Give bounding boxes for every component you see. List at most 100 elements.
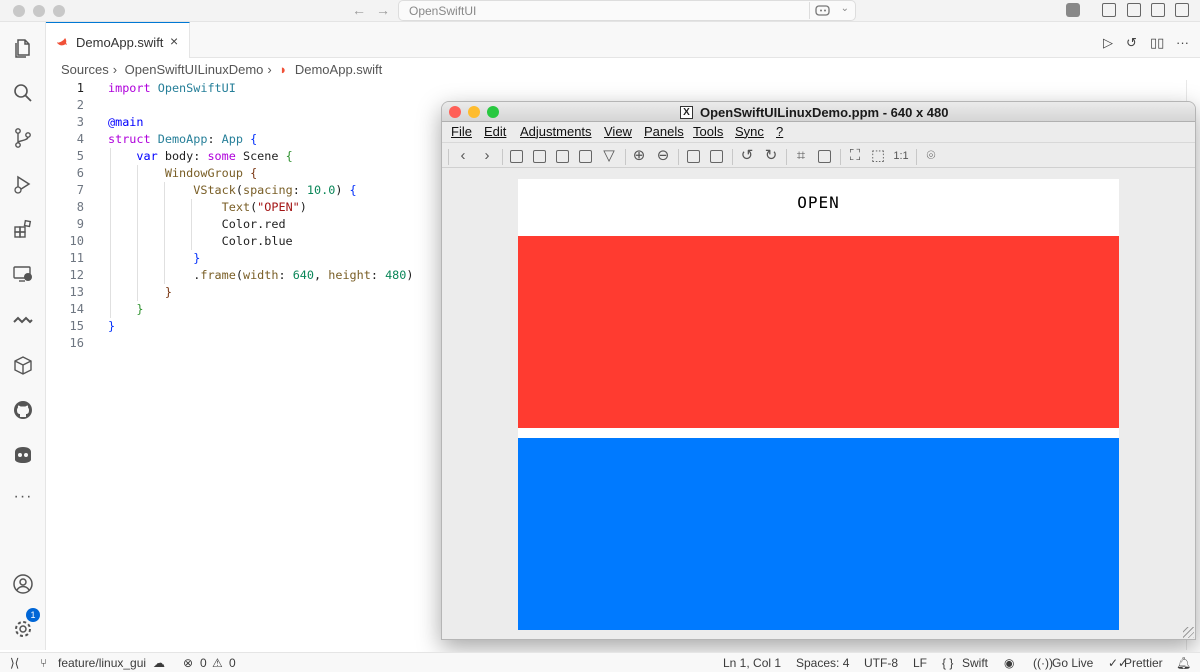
tab-label: DemoApp.swift xyxy=(76,35,164,50)
filter-icon[interactable]: ▽ xyxy=(601,148,617,164)
warning-count[interactable]: 0 xyxy=(229,656,236,670)
code-line: VStack(spacing: 10.0) { xyxy=(193,183,357,197)
close-tab-icon[interactable]: × xyxy=(170,33,178,49)
more-actions-icon[interactable]: ··· xyxy=(1176,35,1189,50)
breadcrumb-item[interactable]: DemoApp.swift xyxy=(295,62,382,77)
branch-icon: ⑂ xyxy=(40,656,48,670)
wave-icon[interactable] xyxy=(12,309,34,331)
viewer-title: OpenSwiftUILinuxDemo.ppm - 640 x 480 xyxy=(700,105,949,120)
line-ending[interactable]: LF xyxy=(913,656,927,670)
line-number: 1 xyxy=(76,81,84,95)
resize-icon[interactable] xyxy=(818,150,831,163)
line-number: 2 xyxy=(76,98,84,112)
viewer-minimize-button[interactable] xyxy=(468,106,480,118)
language-mode[interactable]: Swift xyxy=(962,656,988,670)
menu-adjustments[interactable]: Adjustments xyxy=(520,124,592,139)
save-icon[interactable] xyxy=(556,150,569,163)
toolbar-separator xyxy=(502,149,503,165)
line-number: 10 xyxy=(69,234,84,248)
copilot-icon[interactable] xyxy=(809,2,831,19)
menu-file[interactable]: File xyxy=(451,124,472,139)
chevron-down-icon[interactable]: ⌄ xyxy=(841,3,849,14)
indentation[interactable]: Spaces: 4 xyxy=(796,656,849,670)
broadcast-icon: ((·)) xyxy=(1033,656,1053,670)
tab-demoapp-swift[interactable]: DemoApp.swift × xyxy=(46,22,190,58)
minimize-window-button[interactable] xyxy=(33,5,45,17)
cursor-position[interactable]: Ln 1, Col 1 xyxy=(723,656,781,670)
menu-help[interactable]: ? xyxy=(776,124,783,139)
window-titlebar: ← → OpenSwiftUI ⌄ xyxy=(0,0,1200,22)
menu-edit[interactable]: Edit xyxy=(484,124,506,139)
menu-view[interactable]: View xyxy=(604,124,632,139)
godot-icon[interactable] xyxy=(12,444,34,466)
sync-cloud-icon[interactable]: ☁ xyxy=(153,656,165,670)
actual-size-icon[interactable]: 1:1 xyxy=(893,148,909,164)
files-icon[interactable] xyxy=(12,37,34,59)
branch-name[interactable]: feature/linux_gui xyxy=(58,656,146,670)
package-icon[interactable] xyxy=(12,354,34,376)
code-line: @main xyxy=(108,115,144,129)
breadcrumb-item[interactable]: Sources xyxy=(61,62,109,77)
forward-arrow-icon[interactable]: → xyxy=(376,2,390,18)
toggle-panel-icon[interactable] xyxy=(1151,3,1165,17)
location-pin-icon[interactable]: ⌾ xyxy=(923,148,939,164)
viewer-zoom-button[interactable] xyxy=(487,106,499,118)
copilot-status-icon[interactable] xyxy=(1066,3,1080,17)
new-window-icon[interactable] xyxy=(510,150,523,163)
rotate-left-icon[interactable]: ↺ xyxy=(739,148,755,164)
paste-icon[interactable] xyxy=(710,150,723,163)
next-icon[interactable]: › xyxy=(479,148,495,164)
zoom-window-button[interactable] xyxy=(53,5,65,17)
copy-icon[interactable] xyxy=(687,150,700,163)
error-count[interactable]: 0 xyxy=(200,656,207,670)
remote-icon[interactable]: ⟩⟨ xyxy=(10,656,19,670)
command-center[interactable]: OpenSwiftUI ⌄ xyxy=(398,0,856,21)
blue-color-block xyxy=(518,438,1119,630)
toolbar-separator xyxy=(732,149,733,165)
gear-icon[interactable] xyxy=(12,618,34,640)
viewer-close-button[interactable] xyxy=(449,106,461,118)
close-window-button[interactable] xyxy=(13,5,25,17)
back-arrow-icon[interactable]: ← xyxy=(352,2,366,18)
customize-layout-icon[interactable] xyxy=(1102,3,1116,17)
zoom-out-icon[interactable]: ⊖ xyxy=(655,148,671,164)
image-canvas[interactable]: OPEN xyxy=(442,168,1195,639)
breadcrumb-item[interactable]: OpenSwiftUILinuxDemo xyxy=(125,62,264,77)
previous-icon[interactable]: ‹ xyxy=(455,148,471,164)
line-number: 3 xyxy=(76,115,84,129)
run-debug-icon[interactable] xyxy=(12,173,34,195)
history-icon[interactable]: ↺ xyxy=(1126,35,1137,51)
extensions-icon[interactable] xyxy=(12,218,34,240)
toggle-primary-sidebar-icon[interactable] xyxy=(1127,3,1141,17)
github-icon[interactable] xyxy=(12,399,34,421)
resize-grip[interactable] xyxy=(1183,627,1194,638)
fit-window-icon[interactable]: ⛶ xyxy=(847,148,863,164)
prettier-button[interactable]: Prettier xyxy=(1124,656,1163,670)
remote-explorer-icon[interactable] xyxy=(12,263,34,285)
code-line: } xyxy=(108,319,116,333)
search-icon[interactable] xyxy=(12,82,34,104)
status-bar: ⟩⟨ ⑂ feature/linux_gui ☁ ⊗ 0 ⚠ 0 Ln 1, C… xyxy=(0,652,1200,672)
accounts-icon[interactable] xyxy=(12,573,34,595)
notifications-bell-icon[interactable]: 🔔︎ xyxy=(1176,656,1191,670)
line-number: 11 xyxy=(69,251,84,265)
menu-sync[interactable]: Sync xyxy=(735,124,764,139)
rotate-right-icon[interactable]: ↻ xyxy=(763,148,779,164)
run-icon[interactable]: ▷ xyxy=(1103,35,1113,51)
split-editor-icon[interactable]: ▯▯ xyxy=(1150,35,1164,51)
line-number: 16 xyxy=(69,336,84,350)
red-color-block xyxy=(518,236,1119,428)
menu-panels[interactable]: Panels xyxy=(644,124,684,139)
delete-icon[interactable] xyxy=(579,150,592,163)
go-live-button[interactable]: Go Live xyxy=(1052,656,1093,670)
toggle-secondary-sidebar-icon[interactable] xyxy=(1175,3,1189,17)
fit-width-icon[interactable]: ⬚ xyxy=(870,148,886,164)
copilot-status-bar-icon[interactable]: ◉ xyxy=(1004,656,1014,670)
open-folder-icon[interactable] xyxy=(533,150,546,163)
zoom-in-icon[interactable]: ⊕ xyxy=(631,148,647,164)
encoding[interactable]: UTF-8 xyxy=(864,656,898,670)
source-control-icon[interactable] xyxy=(12,127,34,149)
crop-icon[interactable]: ⌗ xyxy=(793,148,809,164)
menu-tools[interactable]: Tools xyxy=(693,124,723,139)
more-icon[interactable]: ··· xyxy=(12,488,34,510)
